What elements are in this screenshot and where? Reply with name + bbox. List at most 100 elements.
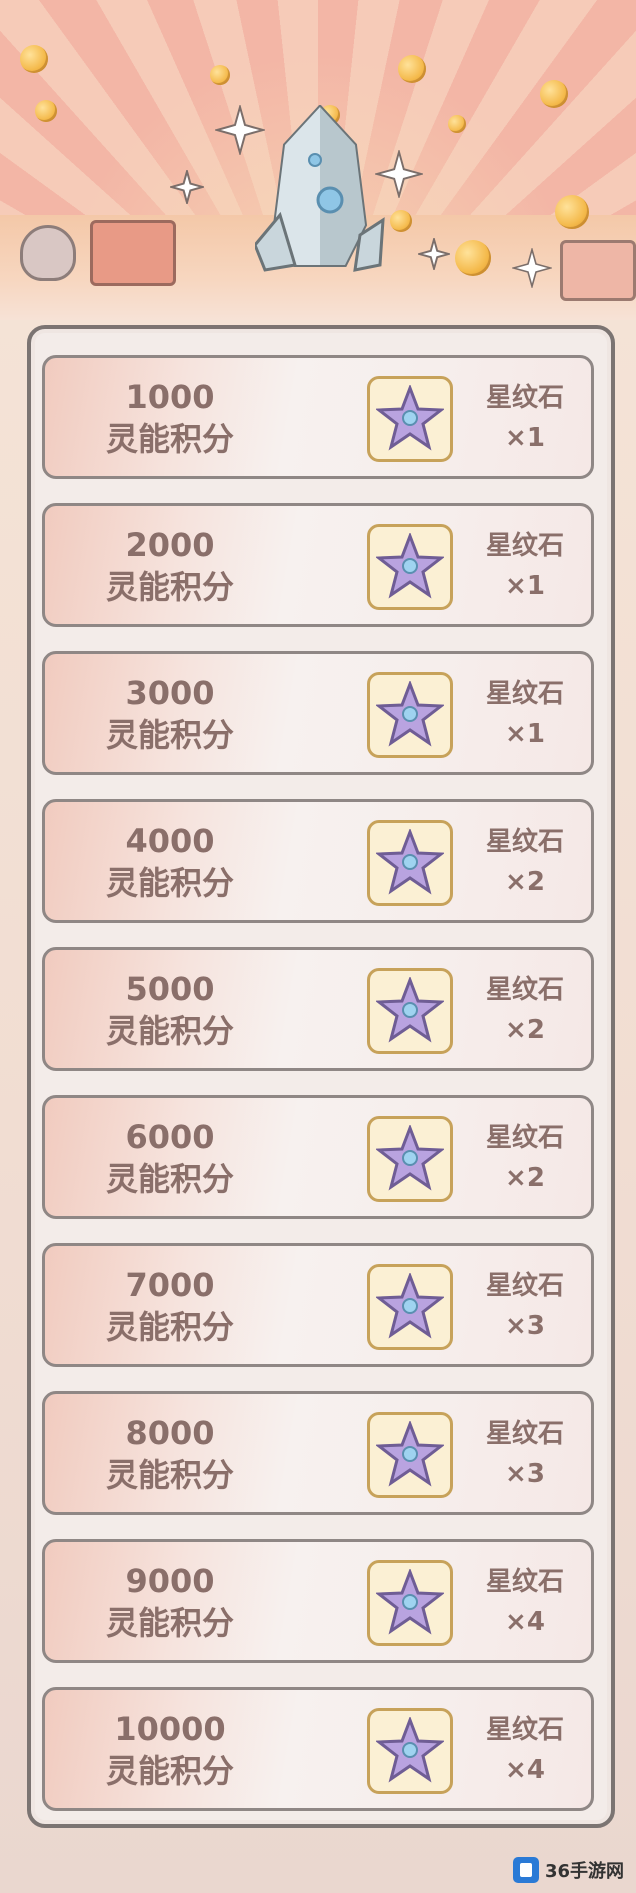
points-value: 6000: [125, 1118, 215, 1156]
reward-label: 星纹石 ×4: [465, 1710, 585, 1790]
reward-row[interactable]: 2000 灵能积分 星纹石 ×1: [42, 503, 594, 627]
reward-item-name: 星纹石: [485, 531, 564, 561]
points-unit: 灵能积分: [105, 1456, 234, 1494]
coin-icon: [20, 45, 48, 73]
reward-item-name: 星纹石: [485, 1123, 564, 1153]
reward-quantity: ×4: [505, 1755, 545, 1785]
reward-item-name: 星纹石: [485, 679, 564, 709]
coin-icon: [210, 65, 230, 85]
reward-item-name: 星纹石: [485, 975, 564, 1005]
reward-quantity: ×1: [505, 571, 545, 601]
reward-item-slot[interactable]: [367, 1708, 453, 1794]
star-stone-icon: [376, 1717, 444, 1783]
reward-row[interactable]: 10000 灵能积分 星纹石 ×4: [42, 1687, 594, 1811]
reward-item-slot[interactable]: [367, 524, 453, 610]
points-value: 8000: [125, 1414, 215, 1452]
points-unit: 灵能积分: [105, 1012, 234, 1050]
coin-icon: [398, 55, 426, 83]
points-value: 9000: [125, 1562, 215, 1600]
star-stone-icon: [376, 533, 444, 599]
reward-row[interactable]: 8000 灵能积分 星纹石 ×3: [42, 1391, 594, 1515]
star-stone-icon: [376, 977, 444, 1043]
coin-icon: [540, 80, 568, 108]
points-threshold: 10000 灵能积分: [85, 1708, 255, 1792]
reward-quantity: ×4: [505, 1607, 545, 1637]
sparkle-icon: [512, 248, 552, 288]
reward-row[interactable]: 9000 灵能积分 星纹石 ×4: [42, 1539, 594, 1663]
star-stone-icon: [376, 681, 444, 747]
reward-row[interactable]: 1000 灵能积分 星纹石 ×1: [42, 355, 594, 479]
points-unit: 灵能积分: [105, 716, 234, 754]
coin-icon: [35, 100, 57, 122]
reward-quantity: ×2: [505, 1015, 545, 1045]
reward-item-slot[interactable]: [367, 968, 453, 1054]
points-unit: 灵能积分: [105, 568, 234, 606]
reward-label: 星纹石 ×2: [465, 822, 585, 902]
reward-item-slot[interactable]: [367, 672, 453, 758]
reward-item-slot[interactable]: [367, 820, 453, 906]
points-threshold: 4000 灵能积分: [85, 820, 255, 904]
star-stone-icon: [376, 1273, 444, 1339]
points-unit: 灵能积分: [105, 1752, 234, 1790]
points-value: 2000: [125, 526, 215, 564]
site-logo-icon: [512, 1857, 539, 1883]
star-stone-icon: [376, 1125, 444, 1191]
reward-item-slot[interactable]: [367, 376, 453, 462]
reward-label: 星纹石 ×1: [465, 674, 585, 754]
reward-row[interactable]: 6000 灵能积分 星纹石 ×2: [42, 1095, 594, 1219]
reward-label: 星纹石 ×4: [465, 1562, 585, 1642]
points-threshold: 3000 灵能积分: [85, 672, 255, 756]
star-stone-icon: [376, 385, 444, 451]
reward-quantity: ×1: [505, 423, 545, 453]
crystal-icon: [255, 105, 385, 272]
reward-quantity: ×1: [505, 719, 545, 749]
sparkle-icon: [170, 170, 204, 204]
points-unit: 灵能积分: [105, 864, 234, 902]
gift-box-icon: [560, 240, 636, 301]
reward-item-name: 星纹石: [485, 1419, 564, 1449]
reward-quantity: ×3: [505, 1311, 545, 1341]
reward-row[interactable]: 5000 灵能积分 星纹石 ×2: [42, 947, 594, 1071]
reward-item-name: 星纹石: [485, 827, 564, 857]
reward-row[interactable]: 7000 灵能积分 星纹石 ×3: [42, 1243, 594, 1367]
reward-row[interactable]: 4000 灵能积分 星纹石 ×2: [42, 799, 594, 923]
points-unit: 灵能积分: [105, 420, 234, 458]
reward-item-slot[interactable]: [367, 1560, 453, 1646]
star-stone-icon: [376, 829, 444, 895]
star-stone-icon: [376, 1569, 444, 1635]
points-threshold: 9000 灵能积分: [85, 1560, 255, 1644]
points-value: 10000: [114, 1710, 226, 1748]
reward-row[interactable]: 3000 灵能积分 星纹石 ×1: [42, 651, 594, 775]
points-threshold: 7000 灵能积分: [85, 1264, 255, 1348]
reward-label: 星纹石 ×1: [465, 378, 585, 458]
game-screen: 1000 灵能积分 星纹石 ×1 2000 灵能积分 星纹石 ×1 3000 灵…: [0, 0, 636, 1893]
coin-icon: [390, 210, 412, 232]
coin-icon: [448, 115, 466, 133]
points-unit: 灵能积分: [105, 1160, 234, 1198]
reward-item-name: 星纹石: [485, 383, 564, 413]
sparkle-icon: [418, 238, 450, 270]
reward-label: 星纹石 ×3: [465, 1414, 585, 1494]
points-threshold: 1000 灵能积分: [85, 376, 255, 460]
reward-item-slot[interactable]: [367, 1264, 453, 1350]
reward-item-name: 星纹石: [485, 1567, 564, 1597]
points-value: 7000: [125, 1266, 215, 1304]
points-value: 1000: [125, 378, 215, 416]
reward-item-slot[interactable]: [367, 1116, 453, 1202]
coin-icon: [555, 195, 589, 229]
vase-icon: [20, 225, 76, 281]
reward-quantity: ×2: [505, 1163, 545, 1193]
points-value: 5000: [125, 970, 215, 1008]
points-value: 4000: [125, 822, 215, 860]
site-watermark: 36手游网: [512, 1857, 624, 1883]
reward-label: 星纹石 ×2: [465, 1118, 585, 1198]
coin-icon: [455, 240, 491, 276]
reward-label: 星纹石 ×1: [465, 526, 585, 606]
reward-item-name: 星纹石: [485, 1715, 564, 1745]
points-unit: 灵能积分: [105, 1308, 234, 1346]
reward-quantity: ×3: [505, 1459, 545, 1489]
reward-quantity: ×2: [505, 867, 545, 897]
gift-box-icon: [90, 220, 176, 286]
star-stone-icon: [376, 1421, 444, 1487]
reward-item-slot[interactable]: [367, 1412, 453, 1498]
